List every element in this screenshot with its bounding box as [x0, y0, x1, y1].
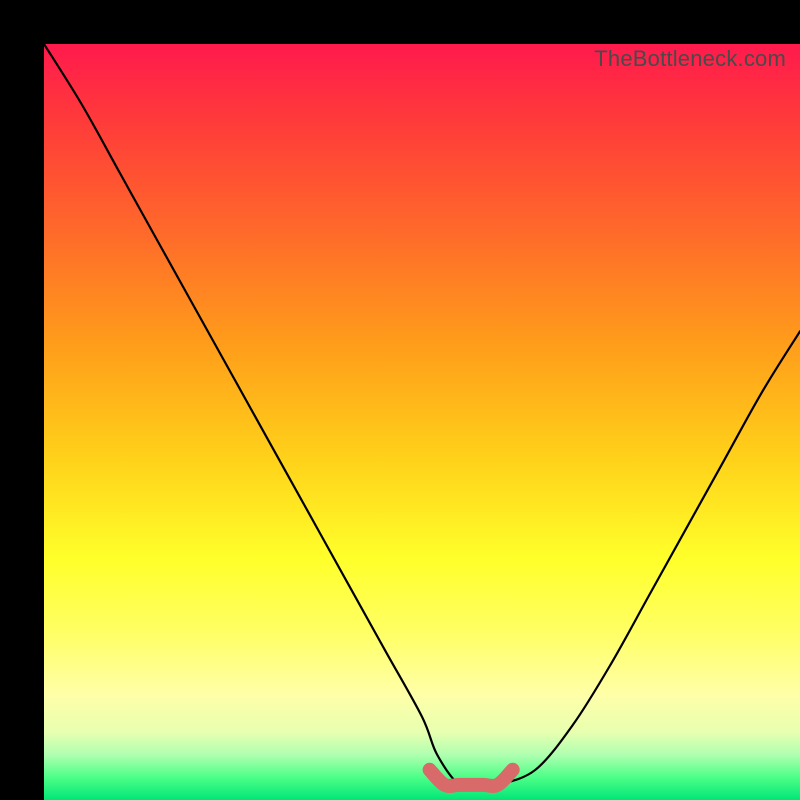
tolerance-band — [430, 770, 513, 786]
bottleneck-curve — [44, 44, 800, 787]
chart-frame: TheBottleneck.com — [0, 0, 800, 800]
chart-svg — [44, 44, 800, 800]
watermark-text: TheBottleneck.com — [594, 46, 786, 72]
plot-area: TheBottleneck.com — [44, 44, 800, 800]
